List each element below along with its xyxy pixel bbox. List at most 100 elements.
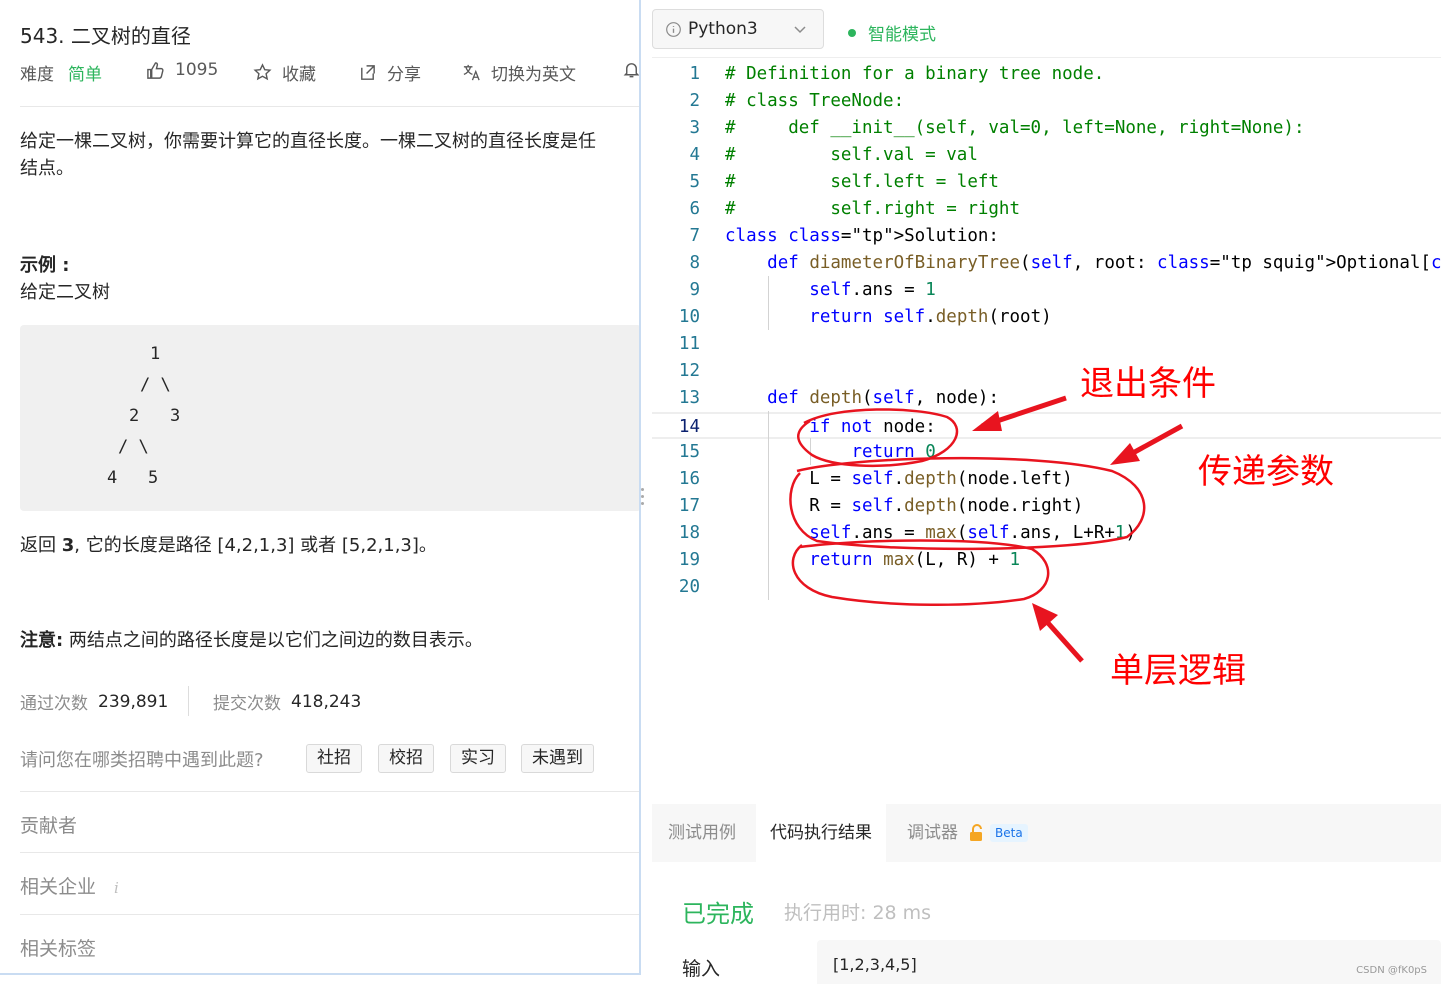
code-line[interactable]: 3 # def __init__(self, val=0, left=None, …	[652, 115, 1441, 142]
code-line[interactable]: 13 def depth(self, node):	[652, 385, 1441, 412]
beta-badge: Beta	[990, 824, 1028, 842]
unlock-icon	[970, 824, 982, 841]
companies-section[interactable]: 相关企业 i	[20, 872, 119, 899]
description-line: 结点。	[20, 158, 74, 179]
code-line[interactable]: 7 class class="tp">Solution:	[652, 223, 1441, 250]
tab-debugger[interactable]: 调试器 Beta	[893, 804, 1042, 862]
code-text[interactable]: class class="tp">Solution:	[725, 223, 999, 250]
code-text[interactable]: self.ans = max(self.ans, L+R+1)	[725, 520, 1136, 547]
code-editor[interactable]: 1 # Definition for a binary tree node. 2 # …	[652, 59, 1441, 804]
accepted-stat: 通过次数 239,891	[20, 689, 168, 715]
code-line[interactable]: 11	[652, 331, 1441, 358]
recruit-option-social[interactable]: 社招	[306, 744, 362, 773]
annotation-single-logic: 单层逻辑	[1110, 651, 1246, 691]
code-text[interactable]: self.ans = 1	[725, 277, 935, 304]
language-value: Python3	[688, 19, 758, 39]
code-text[interactable]: # self.val = val	[725, 142, 978, 169]
recruit-question: 请问您在哪类招聘中遇到此题?	[20, 750, 264, 771]
code-text[interactable]: L = self.depth(node.left)	[725, 466, 1072, 493]
watermark: CSDN @fK0pS	[1356, 965, 1427, 976]
like-count: 1095	[175, 60, 219, 80]
arrow-single-logic	[1038, 612, 1084, 663]
smart-mode-toggle[interactable]: 智能模式	[848, 20, 936, 45]
code-text[interactable]: R = self.depth(node.right)	[725, 493, 1083, 520]
recruit-option-none[interactable]: 未遇到	[521, 744, 594, 773]
line-number: 12	[678, 361, 700, 381]
line-number: 19	[678, 550, 700, 570]
line-number: 10	[678, 307, 700, 327]
stat-divider	[188, 686, 189, 716]
info-icon[interactable]: i	[114, 879, 119, 897]
star-icon	[253, 63, 272, 81]
tab-result[interactable]: 代码执行结果	[756, 804, 886, 862]
code-text[interactable]: if not node:	[725, 414, 935, 441]
code-line[interactable]: 4 # self.val = val	[652, 142, 1441, 169]
recruit-option-intern[interactable]: 实习	[450, 744, 506, 773]
code-line[interactable]: 19 return max(L, R) + 1	[652, 547, 1441, 574]
companies-label: 相关企业	[20, 876, 97, 898]
runtime: 执行用时: 28 ms	[784, 902, 932, 924]
code-text[interactable]: return max(L, R) + 1	[725, 547, 1020, 574]
code-line[interactable]: 14 if not node:	[652, 412, 1441, 439]
code-line[interactable]: 12	[652, 358, 1441, 385]
code-line[interactable]: 2 # class TreeNode:	[652, 88, 1441, 115]
language-select[interactable]: Python3	[652, 9, 824, 49]
divider	[20, 106, 639, 107]
tags-section[interactable]: 相关标签	[20, 934, 96, 961]
code-line[interactable]: 18 self.ans = max(self.ans, L+R+1)	[652, 520, 1441, 547]
favorite-button[interactable]: 收藏	[253, 60, 316, 85]
editor-panel: Python3 智能模式 1 # Definition for a binary …	[652, 0, 1441, 984]
line-number: 14	[678, 417, 700, 437]
code-line[interactable]: 8 def diameterOfBinaryTree(self, root: c…	[652, 250, 1441, 277]
tree-row: / \	[140, 375, 171, 395]
code-text[interactable]: # self.right = right	[725, 196, 1020, 223]
tree-row: 1	[150, 344, 161, 364]
note: 注意: 两结点之间的路径长度是以它们之间边的数目表示。	[20, 626, 483, 652]
code-line[interactable]: 5 # self.left = left	[652, 169, 1441, 196]
panel-resize-handle[interactable]	[641, 488, 644, 512]
divider	[20, 791, 639, 792]
contributors-section[interactable]: 贡献者	[20, 811, 77, 838]
like-button[interactable]: 1095	[146, 60, 218, 80]
recruit-option-campus[interactable]: 校招	[378, 744, 434, 773]
code-text[interactable]: def diameterOfBinaryTree(self, root: cla…	[725, 250, 1441, 277]
difficulty-value: 简单	[68, 65, 102, 85]
code-text[interactable]: return 0	[725, 439, 935, 466]
tree-row: / \	[118, 437, 149, 457]
code-line[interactable]: 9 self.ans = 1	[652, 277, 1441, 304]
line-number: 15	[678, 442, 700, 462]
divider	[20, 852, 639, 853]
submitted-label: 提交次数	[213, 694, 281, 714]
line-number: 11	[678, 334, 700, 354]
code-text[interactable]: def depth(self, node):	[725, 385, 999, 412]
indent-guide	[768, 411, 769, 600]
problem-panel: 543. 二叉树的直径 难度 简单 1095 收藏 分享 切换为英文 给定一棵二…	[0, 0, 641, 975]
input-label: 输入	[682, 958, 721, 980]
switch-language-button[interactable]: 切换为英文	[462, 60, 576, 85]
code-text[interactable]: # Definition for a binary tree node.	[725, 61, 1104, 88]
code-line[interactable]: 1 # Definition for a binary tree node.	[652, 61, 1441, 88]
code-text[interactable]: return self.depth(root)	[725, 304, 1051, 331]
code-line[interactable]: 20	[652, 574, 1441, 601]
code-line[interactable]: 17 R = self.depth(node.right)	[652, 493, 1441, 520]
accepted-label: 通过次数	[20, 694, 88, 714]
share-label: 分享	[387, 65, 421, 85]
example-tree-block: 1 / \ 2 3 / \ 4 5	[20, 325, 639, 511]
bell-icon	[623, 63, 639, 78]
line-number: 3	[689, 118, 700, 138]
code-text[interactable]: # class TreeNode:	[725, 88, 904, 115]
code-line[interactable]: 10 return self.depth(root)	[652, 304, 1441, 331]
annotation-exit-condition: 退出条件	[1080, 364, 1216, 404]
code-text[interactable]: # self.left = left	[725, 169, 999, 196]
run-status: 已完成	[682, 900, 754, 928]
share-button[interactable]: 分享	[358, 60, 421, 85]
difficulty-label: 难度	[20, 65, 54, 85]
problem-title: 543. 二叉树的直径	[20, 24, 191, 48]
input-value: [1,2,3,4,5]	[817, 940, 1441, 984]
tab-testcase[interactable]: 测试用例	[654, 804, 750, 862]
code-line[interactable]: 6 # self.right = right	[652, 196, 1441, 223]
editor-toolbar: Python3 智能模式	[652, 0, 1441, 58]
problem-description: 给定一棵二叉树，你需要计算它的直径长度。一棵二叉树的直径长度是任 结点。	[20, 128, 639, 182]
code-text[interactable]: # def __init__(self, val=0, left=None, r…	[725, 115, 1304, 142]
notification-button[interactable]	[622, 60, 639, 79]
